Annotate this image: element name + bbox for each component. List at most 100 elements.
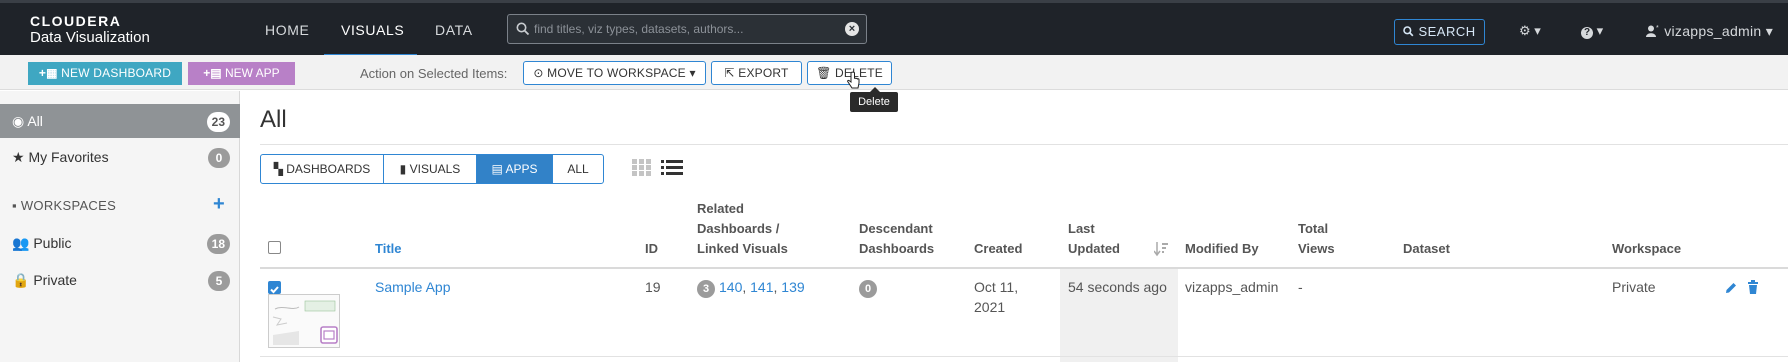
filter-dashboards[interactable]: ▚ DASHBOARDS (260, 154, 384, 184)
settings-menu[interactable]: ⚙ ▾ (1519, 23, 1541, 39)
related-link-141[interactable]: 141 (750, 279, 773, 295)
new-dashboard-label: NEW DASHBOARD (61, 66, 172, 80)
sidebar-item-label: My Favorites (28, 149, 109, 165)
hand-cursor-icon (847, 71, 860, 89)
export-label: EXPORT (738, 66, 789, 80)
column-created[interactable]: Created (974, 239, 1022, 259)
delete-tooltip: Delete (850, 87, 898, 112)
user-menu[interactable]: * vizapps_admin ▾ (1646, 23, 1773, 40)
sidebar-item-label: Private (33, 272, 77, 288)
sidebar-item-all[interactable]: ◉ All 23 (0, 104, 240, 138)
chevron-down-icon: ▾ (1596, 23, 1604, 38)
bar-chart-icon: ▮ (399, 162, 407, 176)
app-icon: ▤ (491, 162, 503, 176)
global-search: × (507, 14, 867, 44)
cloudera-logo[interactable]: CLOUDERA Data Visualization (30, 13, 150, 47)
page-title: All (260, 106, 287, 133)
column-views-line1[interactable]: Total (1298, 219, 1328, 239)
grid-view-icon[interactable] (632, 159, 652, 177)
export-button[interactable]: ⇱ EXPORT (711, 61, 802, 85)
filter-label: APPS (505, 162, 538, 176)
column-descendant-line2[interactable]: Dashboards (859, 239, 934, 259)
column-workspace[interactable]: Workspace (1612, 239, 1681, 259)
new-app-label: NEW APP (225, 66, 280, 80)
global-search-input[interactable] (534, 18, 834, 40)
related-link-139[interactable]: 139 (781, 279, 804, 295)
row-related: 3 140, 141, 139 (697, 277, 805, 298)
column-dataset[interactable]: Dataset (1403, 239, 1450, 259)
nav-visuals[interactable]: VISUALS (341, 22, 404, 38)
search-icon (1403, 26, 1414, 37)
row-checkbox[interactable] (268, 281, 281, 294)
select-all-checkbox[interactable] (268, 241, 281, 254)
chevron-down-icon: ▾ (1765, 23, 1774, 39)
move-label: MOVE TO WORKSPACE (547, 66, 686, 80)
row-divider (260, 356, 1788, 357)
nav-data[interactable]: DATA (435, 22, 473, 38)
sidebar: ◉ All 23 ★ My Favorites 0 ▪ WORKSPACES +… (0, 91, 240, 362)
column-related-line1[interactable]: Related (697, 199, 744, 219)
column-updated-line1[interactable]: Last (1068, 219, 1095, 239)
sidebar-item-label: All (27, 113, 43, 129)
search-button[interactable]: SEARCH (1394, 19, 1485, 45)
search-button-label: SEARCH (1418, 24, 1476, 39)
column-title[interactable]: Title (375, 239, 402, 259)
row-descendant: 0 (859, 277, 881, 298)
move-to-workspace-button[interactable]: ⊙ MOVE TO WORKSPACE ▾ (523, 61, 706, 85)
row-title-link[interactable]: Sample App (375, 277, 451, 297)
column-descendant-line1[interactable]: Descendant (859, 219, 933, 239)
sidebar-item-public[interactable]: 👥 Public 18 (0, 226, 240, 260)
move-icon: ⊙ (533, 66, 544, 80)
filter-all[interactable]: ALL (552, 154, 604, 184)
help-menu[interactable]: ? ▾ (1581, 23, 1603, 39)
username: vizapps_admin (1664, 23, 1762, 39)
sort-descending-icon[interactable] (1154, 241, 1168, 257)
sidebar-item-favorites[interactable]: ★ My Favorites 0 (0, 140, 240, 174)
filter-label: ALL (567, 162, 589, 176)
row-modified-by: vizapps_admin (1185, 279, 1279, 295)
app-thumbnail[interactable] (268, 294, 340, 348)
add-dashboard-icon: +▦ (38, 66, 58, 80)
filter-apps[interactable]: ▤ APPS (476, 154, 553, 184)
column-updated-line2[interactable]: Updated (1068, 239, 1120, 259)
filter-visuals[interactable]: ▮ VISUALS (383, 154, 477, 184)
new-dashboard-button[interactable]: +▦ NEW DASHBOARD (28, 62, 182, 85)
count-badge: 18 (206, 234, 230, 254)
export-icon: ⇱ (724, 66, 735, 80)
nav-home[interactable]: HOME (265, 22, 309, 38)
column-modified-by[interactable]: Modified By (1185, 239, 1259, 259)
list-view-icon[interactable] (661, 159, 683, 177)
svg-text:*: * (1656, 25, 1659, 32)
column-views-line2[interactable]: Views (1298, 239, 1335, 259)
row-created-line2: 2021 (974, 299, 1006, 315)
workspaces-heading: ▪ WORKSPACES (12, 198, 116, 213)
help-icon: ? (1581, 27, 1593, 39)
sidebar-item-private[interactable]: 🔒 Private 5 (0, 263, 240, 297)
table-header-divider (260, 267, 1788, 269)
caret-down-icon: ▾ (689, 66, 696, 80)
filter-label: DASHBOARDS (286, 162, 371, 176)
row-id: 19 (645, 279, 661, 295)
dashboard-icon: ▚ (273, 162, 283, 176)
edit-pencil-icon[interactable] (1724, 281, 1738, 295)
star-icon: ★ (12, 149, 25, 165)
user-icon: * (1646, 25, 1659, 37)
related-count-badge: 3 (697, 280, 715, 298)
thumbnail-preview-icon (272, 300, 338, 345)
workspaces-heading-label: WORKSPACES (20, 198, 117, 213)
new-app-button[interactable]: +▤ NEW APP (188, 62, 295, 85)
add-workspace-icon[interactable]: + (213, 193, 225, 216)
clear-search-icon[interactable]: × (845, 22, 859, 36)
row-last-updated: 54 seconds ago (1068, 279, 1167, 295)
sidebar-item-label: Public (33, 235, 72, 251)
filter-label: VISUALS (409, 162, 461, 176)
trash-icon: 🗑 (816, 66, 832, 80)
descendant-count-badge: 0 (859, 280, 877, 298)
count-badge: 23 (206, 112, 230, 132)
column-id[interactable]: ID (645, 239, 658, 259)
related-link-140[interactable]: 140 (719, 279, 742, 295)
column-related-line2[interactable]: Dashboards / (697, 219, 779, 239)
delete-trash-icon[interactable] (1747, 280, 1759, 294)
column-related-line3[interactable]: Linked Visuals (697, 239, 788, 259)
row-workspace: Private (1612, 279, 1656, 295)
